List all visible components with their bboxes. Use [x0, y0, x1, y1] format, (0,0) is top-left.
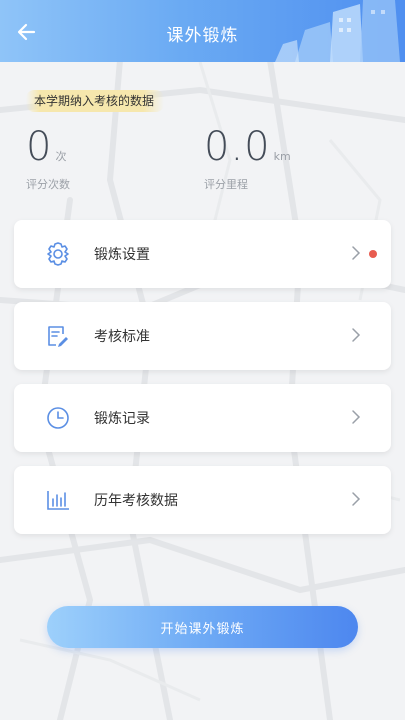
- notification-dot: [369, 250, 377, 258]
- score-distance-stat: 0.0 km 评分里程: [204, 124, 291, 191]
- score-count-unit: 次: [55, 150, 67, 163]
- menu-item-assessment-standard[interactable]: 考核标准: [14, 302, 391, 370]
- score-distance-label: 评分里程: [204, 178, 248, 191]
- semester-stats: 本学期纳入考核的数据 0次 评分次数 0.0 km 评分里程: [0, 62, 405, 202]
- chevron-right-icon: [352, 410, 361, 424]
- clock-icon: [47, 407, 69, 429]
- menu-item-label: 历年考核数据: [94, 493, 178, 509]
- score-distance-value: 0.0: [204, 124, 271, 170]
- gear-icon: [47, 242, 69, 266]
- chevron-right-icon: [352, 328, 361, 342]
- menu-item-label: 锻炼记录: [94, 411, 150, 427]
- menu-item-exercise-records[interactable]: 锻炼记录: [14, 384, 391, 452]
- score-count-label: 评分次数: [26, 178, 70, 191]
- top-bar: 课外锻炼: [0, 0, 405, 62]
- document-edit-icon: [48, 326, 68, 347]
- menu-list: 锻炼设置 考核标准 锻炼记录 历年考核数据: [14, 220, 391, 548]
- stats-tag: 本学期纳入考核的数据: [26, 90, 165, 112]
- menu-item-label: 考核标准: [94, 329, 150, 345]
- chevron-right-icon: [352, 492, 361, 506]
- menu-item-historical-data[interactable]: 历年考核数据: [14, 466, 391, 534]
- chevron-right-icon: [352, 246, 361, 260]
- start-exercise-button[interactable]: 开始课外锻炼: [47, 606, 358, 648]
- menu-item-exercise-settings[interactable]: 锻炼设置: [14, 220, 391, 288]
- menu-item-label: 锻炼设置: [94, 247, 150, 263]
- score-count-stat: 0次 评分次数: [26, 124, 70, 191]
- score-count-value: 0: [26, 124, 53, 170]
- bar-chart-icon: [47, 491, 69, 510]
- page-title: 课外锻炼: [166, 26, 239, 46]
- score-distance-unit: km: [273, 150, 291, 163]
